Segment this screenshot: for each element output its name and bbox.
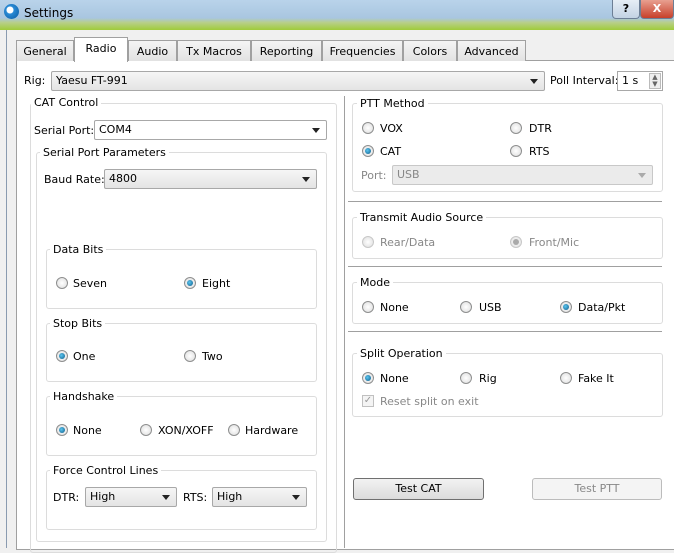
- rig-split-label: Rig: [479, 372, 497, 385]
- radio-front-mic[interactable]: [510, 236, 522, 248]
- window-title: Settings: [24, 6, 74, 20]
- tab-frequencies[interactable]: Frequencies: [322, 40, 403, 61]
- baud-rate-label: Baud Rate:: [44, 173, 105, 186]
- one-label: One: [73, 350, 96, 363]
- radio-vox[interactable]: [362, 122, 374, 134]
- split-operation-title: Split Operation: [357, 347, 446, 360]
- radio-dtr[interactable]: [510, 122, 522, 134]
- poll-interval-label: Poll Interval:: [550, 74, 619, 87]
- radio-data-pkt[interactable]: [560, 301, 572, 313]
- rts-label: RTS:: [183, 491, 208, 504]
- ptt-port-select[interactable]: USB: [392, 165, 653, 185]
- tab-colors[interactable]: Colors: [403, 40, 457, 61]
- poll-interval-spinner[interactable]: 1 s ▲ ▼: [617, 71, 663, 91]
- usb-label: USB: [479, 301, 502, 314]
- fake-it-label: Fake It: [578, 372, 614, 385]
- rts-ptt-label: RTS: [529, 145, 550, 158]
- cat-label: CAT: [380, 145, 402, 158]
- app-icon: [4, 4, 19, 19]
- vertical-divider: [344, 96, 345, 548]
- radio-two[interactable]: [184, 350, 196, 362]
- stop-bits-title: Stop Bits: [50, 317, 106, 330]
- radio-hardware[interactable]: [228, 424, 240, 436]
- radio-cat[interactable]: [362, 145, 374, 157]
- tab-advanced[interactable]: Advanced: [457, 40, 526, 61]
- two-label: Two: [202, 350, 223, 363]
- separator: [348, 331, 662, 332]
- separator: [348, 201, 662, 202]
- tab-radio[interactable]: Radio: [74, 37, 128, 62]
- radio-one[interactable]: [56, 350, 68, 362]
- rts-select[interactable]: High: [212, 487, 307, 507]
- ptt-method-title: PTT Method: [357, 97, 428, 110]
- radio-usb[interactable]: [460, 301, 472, 313]
- close-button[interactable]: X: [640, 0, 674, 19]
- separator: [348, 266, 662, 267]
- split-none-label: None: [380, 372, 409, 385]
- rig-select[interactable]: Yaesu FT-991: [51, 71, 545, 91]
- reset-split-label: Reset split on exit: [380, 395, 479, 408]
- radio-rts[interactable]: [510, 145, 522, 157]
- radio-handshake-none[interactable]: [56, 424, 68, 436]
- dtr-ptt-label: DTR: [529, 122, 552, 135]
- data-pkt-label: Data/Pkt: [578, 301, 626, 314]
- radio-fake-it[interactable]: [560, 372, 572, 384]
- radio-rear-data[interactable]: [362, 236, 374, 248]
- force-control-title: Force Control Lines: [50, 464, 162, 477]
- serial-port-label: Serial Port:: [34, 124, 95, 137]
- tab-audio[interactable]: Audio: [128, 40, 177, 61]
- rig-label: Rig:: [24, 74, 46, 87]
- seven-label: Seven: [73, 277, 107, 290]
- dtr-select[interactable]: High: [85, 487, 177, 507]
- title-bar: [0, 0, 674, 30]
- eight-label: Eight: [202, 277, 231, 290]
- help-button[interactable]: ?: [612, 0, 640, 19]
- front-mic-label: Front/Mic: [529, 236, 580, 249]
- radio-eight[interactable]: [184, 277, 196, 289]
- reset-split-checkbox[interactable]: ✓: [362, 395, 374, 407]
- dtr-label: DTR:: [53, 491, 80, 504]
- cat-control-title: CAT Control: [31, 96, 102, 109]
- port-label: Port:: [361, 169, 387, 182]
- transmit-audio-title: Transmit Audio Source: [357, 211, 487, 224]
- radio-split-none[interactable]: [362, 372, 374, 384]
- tab-general[interactable]: General: [16, 40, 74, 61]
- mode-none-label: None: [380, 301, 409, 314]
- serial-port-select[interactable]: COM4: [94, 120, 327, 140]
- handshake-none-label: None: [73, 424, 102, 437]
- spin-arrows-icon[interactable]: ▲ ▼: [649, 73, 661, 89]
- handshake-title: Handshake: [50, 390, 118, 403]
- poll-interval-value: 1 s: [622, 74, 639, 87]
- radio-rig[interactable]: [460, 372, 472, 384]
- radio-xon-xoff[interactable]: [140, 424, 152, 436]
- tab-reporting[interactable]: Reporting: [251, 40, 322, 61]
- data-bits-title: Data Bits: [50, 243, 107, 256]
- vox-label: VOX: [380, 122, 403, 135]
- radio-mode-none[interactable]: [362, 301, 374, 313]
- xon-xoff-label: XON/XOFF: [158, 424, 214, 437]
- baud-rate-select[interactable]: 4800: [104, 169, 317, 189]
- test-cat-button[interactable]: Test CAT: [353, 478, 484, 500]
- hardware-label: Hardware: [245, 424, 299, 437]
- mode-title: Mode: [357, 276, 393, 289]
- test-ptt-button[interactable]: Test PTT: [532, 478, 662, 500]
- serial-params-title: Serial Port Parameters: [40, 146, 169, 159]
- rear-data-label: Rear/Data: [380, 236, 436, 249]
- tab-tx-macros[interactable]: Tx Macros: [177, 40, 251, 61]
- radio-seven[interactable]: [56, 277, 68, 289]
